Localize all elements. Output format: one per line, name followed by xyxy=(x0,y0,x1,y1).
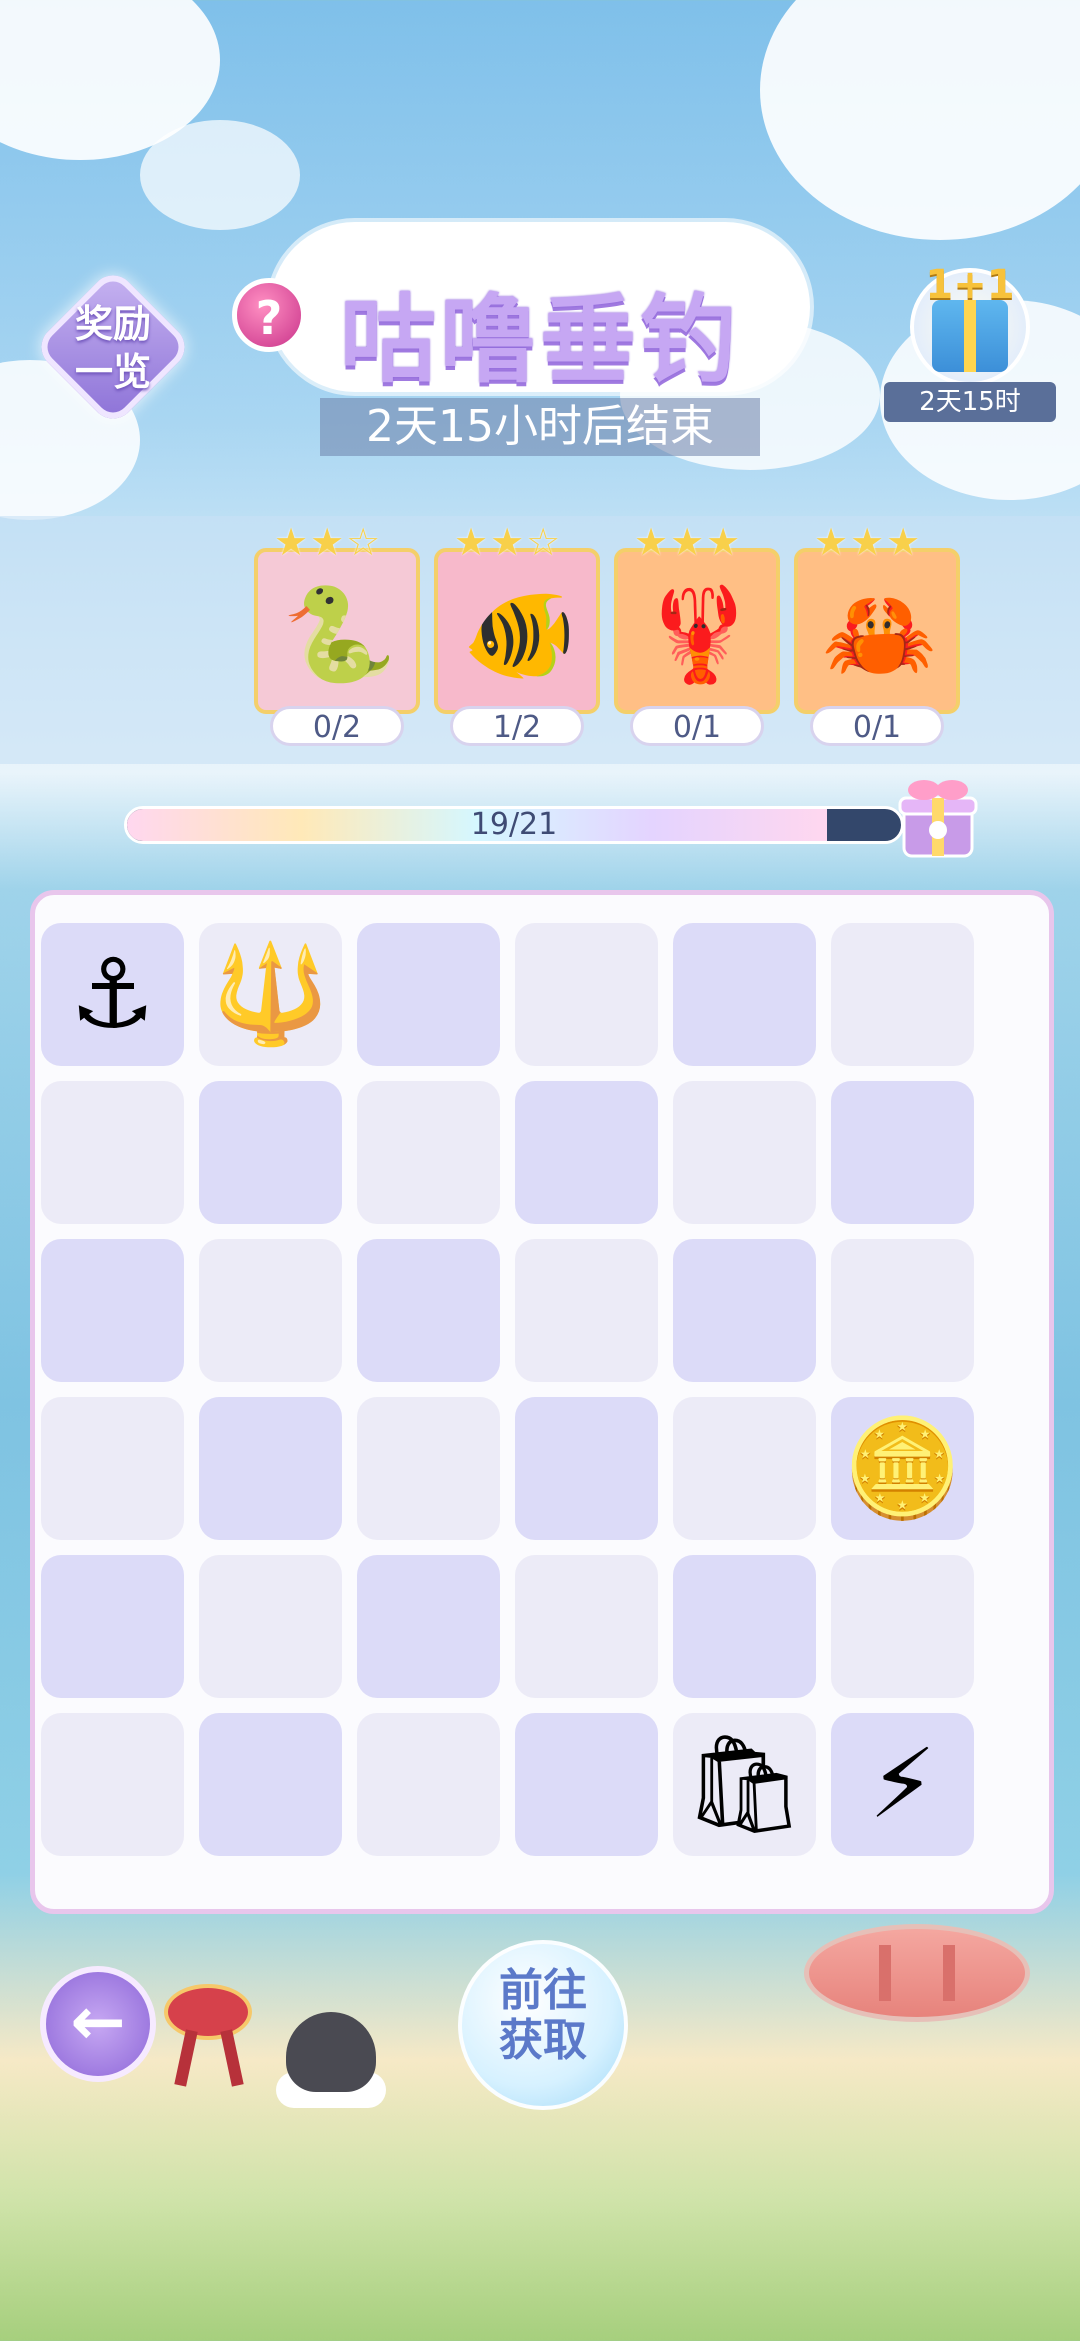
gift-ribbon xyxy=(964,300,976,372)
grid-cell[interactable] xyxy=(515,1397,658,1540)
grid-cell[interactable] xyxy=(831,1239,974,1382)
crab-icon: 🦀 xyxy=(822,581,937,688)
grid-cell[interactable]: ⚓ xyxy=(41,923,184,1066)
boat-seat xyxy=(879,1945,891,2001)
boat-icon xyxy=(804,1924,1030,2022)
gift-timer: 2天15时 xyxy=(884,382,1056,422)
grid-cell[interactable] xyxy=(41,1555,184,1698)
grid-cell[interactable] xyxy=(357,1397,500,1540)
grid-cell[interactable]: ⚡ xyxy=(831,1713,974,1856)
grid-cell[interactable] xyxy=(41,1081,184,1224)
go-obtain-label: 前往 获取 xyxy=(499,1965,587,2066)
rarity-stars: ★★☆ xyxy=(454,520,563,564)
event-title: 咕噜垂钓 xyxy=(340,284,740,396)
anchor-icon: ⚓ xyxy=(69,938,156,1050)
grid-cell[interactable] xyxy=(831,1555,974,1698)
grid-cell[interactable] xyxy=(831,923,974,1066)
grid-cell[interactable] xyxy=(41,1713,184,1856)
grid-cell[interactable] xyxy=(515,1081,658,1224)
rarity-stars: ★★★ xyxy=(634,520,743,564)
event-countdown: 2天15小时后结束 xyxy=(366,401,714,452)
grid-cell[interactable] xyxy=(199,1555,342,1698)
grid-cell[interactable] xyxy=(199,1397,342,1540)
help-icon[interactable]: ? xyxy=(232,278,306,352)
grid-cell[interactable] xyxy=(357,1555,500,1698)
stool-leg xyxy=(174,2029,198,2087)
rarity-stars: ★★★ xyxy=(814,520,923,564)
fishing-grid-panel: ⚓ 🔱 🪙 🛍 ⚡ xyxy=(30,890,1054,1914)
grid-cell[interactable] xyxy=(515,1239,658,1382)
grid-cell[interactable] xyxy=(515,1555,658,1698)
stool-icon xyxy=(164,1984,252,2040)
grid-cell[interactable] xyxy=(831,1081,974,1224)
grid-cell[interactable] xyxy=(673,1555,816,1698)
catch-count: 0/2 xyxy=(270,706,404,746)
progress-gift-icon[interactable] xyxy=(896,772,980,862)
grid-cell[interactable] xyxy=(357,1081,500,1224)
boat-seat xyxy=(943,1945,955,2001)
reward-overview-label: 奖励 一览 xyxy=(74,302,151,394)
grid-cell[interactable] xyxy=(515,923,658,1066)
gift-bag-icon: 🛍 xyxy=(683,1728,806,1840)
grid-cell[interactable] xyxy=(199,1081,342,1224)
stool-leg xyxy=(220,2029,244,2087)
grid-cell[interactable] xyxy=(515,1713,658,1856)
grid-cell[interactable] xyxy=(673,1239,816,1382)
fish-target-card[interactable]: 🐠 xyxy=(434,548,600,714)
eel-icon: 🐍 xyxy=(282,581,397,688)
lightning-icon: ⚡ xyxy=(868,1728,937,1840)
grid-cell[interactable] xyxy=(41,1397,184,1540)
grid-cell[interactable]: 🔱 xyxy=(199,923,342,1066)
reward-overview-button[interactable]: 奖励 一览 xyxy=(32,266,194,428)
back-arrow-icon[interactable]: ← xyxy=(40,1966,156,2082)
grid-cell[interactable] xyxy=(199,1713,342,1856)
grid-cell[interactable] xyxy=(357,923,500,1066)
catch-count: 1/2 xyxy=(450,706,584,746)
gift-bonus-badge: 1+1 xyxy=(925,262,1015,308)
goldfish-icon: 🐠 xyxy=(462,581,577,688)
trident-icon: 🔱 xyxy=(210,938,331,1050)
grid-cell[interactable] xyxy=(673,1397,816,1540)
fish-target-card[interactable]: 🦞 xyxy=(614,548,780,714)
grid-cell[interactable] xyxy=(357,1239,500,1382)
lobster-icon: 🦞 xyxy=(642,581,757,688)
fish-target-card[interactable]: 🐍 xyxy=(254,548,420,714)
grid-cell[interactable]: 🛍 xyxy=(673,1713,816,1856)
fish-target-card[interactable]: 🦀 xyxy=(794,548,960,714)
catch-count: 0/1 xyxy=(630,706,764,746)
grid-cell[interactable]: 🪙 xyxy=(831,1397,974,1540)
grid-cell[interactable] xyxy=(41,1239,184,1382)
grid-cell[interactable] xyxy=(673,1081,816,1224)
progress-text: 19/21 xyxy=(470,807,558,842)
grid-cell[interactable] xyxy=(673,923,816,1066)
catch-count: 0/1 xyxy=(810,706,944,746)
character-avatar xyxy=(286,2012,376,2092)
gold-coins-icon: 🪙 xyxy=(842,1412,963,1524)
grid-cell[interactable] xyxy=(199,1239,342,1382)
rarity-stars: ★★☆ xyxy=(274,520,383,564)
grid-cell[interactable] xyxy=(357,1713,500,1856)
